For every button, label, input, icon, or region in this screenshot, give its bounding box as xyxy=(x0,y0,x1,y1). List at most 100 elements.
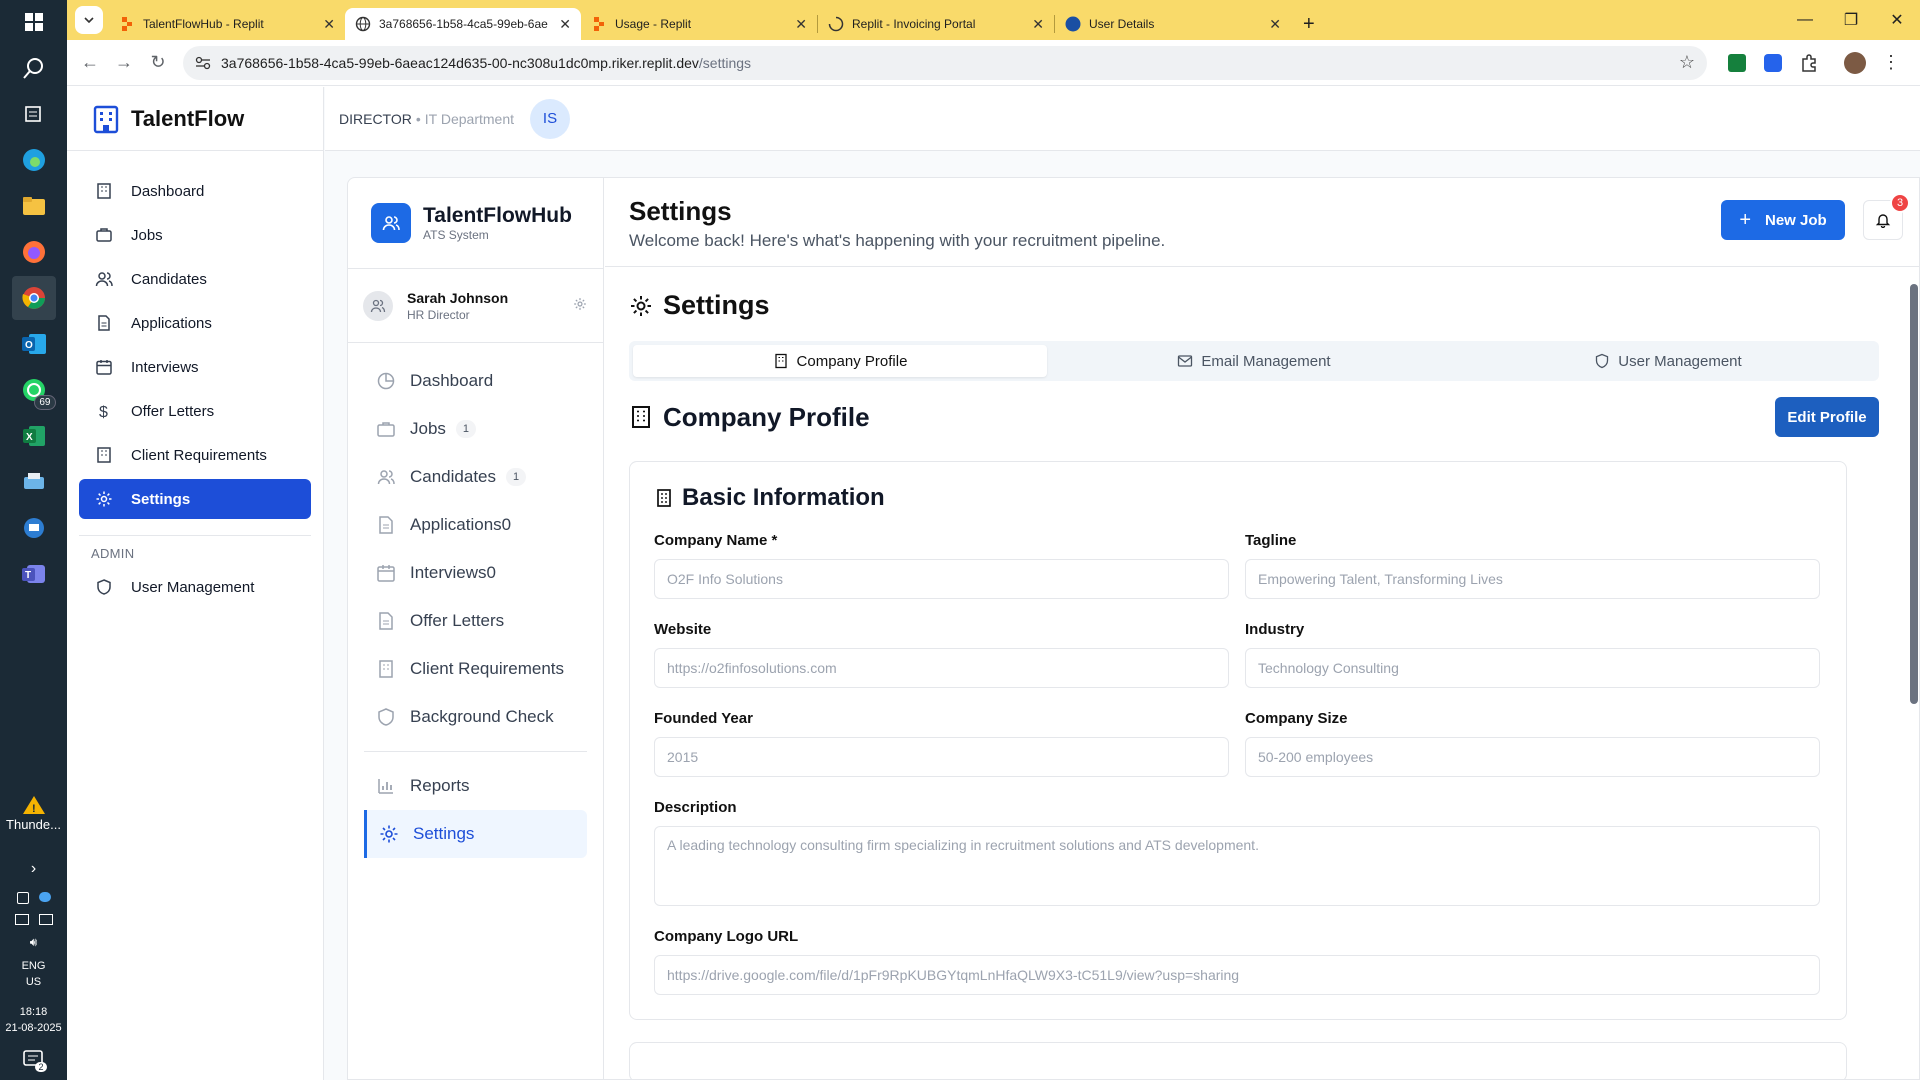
browser-tab[interactable]: User Details ✕ xyxy=(1055,8,1291,40)
sidebar-item-settings[interactable]: Settings xyxy=(79,479,311,519)
svg-text:!: ! xyxy=(32,803,36,815)
windows-start-icon[interactable] xyxy=(12,0,56,44)
back-arrow-icon[interactable]: ← xyxy=(73,46,107,80)
sidebar-divider xyxy=(79,535,311,536)
logo-url-input[interactable]: https://drive.google.com/file/d/1pFr9RpK… xyxy=(654,955,1820,995)
inner-nav-label: Reports xyxy=(410,776,470,795)
file-explorer-icon[interactable] xyxy=(12,184,56,228)
founded-year-input[interactable]: 2015 xyxy=(654,737,1229,777)
weather-label[interactable]: Thunde... xyxy=(6,817,61,832)
extension-icon[interactable] xyxy=(1757,47,1789,79)
company-name-input[interactable]: O2F Info Solutions xyxy=(654,559,1229,599)
inner-nav-settings[interactable]: Settings xyxy=(364,810,587,858)
new-tab-button[interactable]: + xyxy=(1291,8,1327,40)
tab-list-button[interactable] xyxy=(75,6,103,34)
inner-nav-dashboard[interactable]: Dashboard xyxy=(364,357,587,405)
chevron-right-icon[interactable]: › xyxy=(31,860,36,878)
search-icon[interactable] xyxy=(12,46,56,90)
company-size-input[interactable]: 50-200 employees xyxy=(1245,737,1820,777)
region-label: US xyxy=(25,976,42,988)
notifications-button[interactable]: 3 xyxy=(1863,193,1910,240)
browser-tab[interactable]: Usage - Replit ✕ xyxy=(581,8,817,40)
edge-browser-icon[interactable] xyxy=(12,138,56,182)
user-avatar-icon[interactable] xyxy=(363,290,393,321)
language-indicator[interactable]: ENG US xyxy=(22,958,46,990)
avatar[interactable]: IS xyxy=(530,98,570,139)
sidebar-item-jobs[interactable]: Jobs xyxy=(79,215,311,255)
clock[interactable]: 18:18 21-08-2025 xyxy=(5,1004,61,1036)
network-icon[interactable] xyxy=(14,914,29,925)
inner-nav-interviews[interactable]: Interviews0 xyxy=(364,549,587,597)
printer-app-icon[interactable] xyxy=(12,460,56,504)
sidebar-item-offer-letters[interactable]: $ Offer Letters xyxy=(79,391,311,431)
tab-company-profile[interactable]: Company Profile xyxy=(633,345,1047,377)
tray-cloud-icon[interactable] xyxy=(38,892,51,902)
sidebar-item-applications[interactable]: Applications xyxy=(79,303,311,343)
inner-nav-jobs[interactable]: Jobs 1 xyxy=(364,405,587,453)
inner-nav-applications[interactable]: Applications0 xyxy=(364,501,587,549)
plus-icon: + xyxy=(1739,208,1751,231)
scrollbar[interactable] xyxy=(1907,268,1919,1079)
remote-desktop-icon[interactable] xyxy=(12,506,56,550)
puzzle-extensions-icon[interactable] xyxy=(1793,47,1825,79)
browser-tab[interactable]: TalentFlowHub - Replit ✕ xyxy=(109,8,345,40)
profile-avatar-icon[interactable] xyxy=(1839,47,1871,79)
tab-email-management[interactable]: Email Management xyxy=(1047,345,1461,377)
chrome-icon[interactable] xyxy=(11,276,56,320)
weather-icon[interactable]: ! xyxy=(22,795,46,815)
close-icon[interactable]: ✕ xyxy=(559,16,571,33)
gear-icon[interactable] xyxy=(573,297,587,311)
tray-icon[interactable] xyxy=(16,892,29,904)
tab-user-management[interactable]: User Management xyxy=(1461,345,1875,377)
inner-nav-candidates[interactable]: Candidates 1 xyxy=(364,453,587,501)
scrollbar-thumb[interactable] xyxy=(1910,284,1918,704)
inner-nav-client-requirements[interactable]: Client Requirements xyxy=(364,645,587,693)
display-icon[interactable] xyxy=(38,914,53,925)
more-menu-icon[interactable]: ⋮ xyxy=(1875,47,1907,79)
settings-tabs: Company Profile Email Management User Ma… xyxy=(629,341,1879,381)
close-icon[interactable]: ✕ xyxy=(323,16,335,33)
close-icon[interactable]: ✕ xyxy=(1269,16,1281,33)
reload-icon[interactable]: ↻ xyxy=(141,46,175,80)
inner-nav-offer-letters[interactable]: Offer Letters xyxy=(364,597,587,645)
tab-title: Replit - Invoicing Portal xyxy=(852,17,976,31)
sidebar-item-dashboard[interactable]: Dashboard xyxy=(79,171,311,211)
notification-center-icon[interactable]: 2 xyxy=(22,1050,47,1072)
site-info-icon[interactable] xyxy=(195,56,211,70)
browser-tab[interactable]: Replit - Invoicing Portal ✕ xyxy=(818,8,1054,40)
extension-icon[interactable] xyxy=(1721,47,1753,79)
sidebar-item-interviews[interactable]: Interviews xyxy=(79,347,311,387)
inner-brand[interactable]: TalentFlowHub ATS System xyxy=(348,178,603,269)
sidebar-item-client-requirements[interactable]: Client Requirements xyxy=(79,435,311,475)
svg-text:X: X xyxy=(26,432,33,443)
sidebar-section-admin: ADMIN xyxy=(91,546,135,561)
browser-tab-active[interactable]: 3a768656-1b58-4ca5-99eb-6ae ✕ xyxy=(345,8,581,40)
sidebar-item-candidates[interactable]: Candidates xyxy=(79,259,311,299)
firefox-icon[interactable] xyxy=(12,230,56,274)
edit-profile-button[interactable]: Edit Profile xyxy=(1775,397,1879,437)
whatsapp-icon[interactable]: 69 xyxy=(12,368,56,412)
replit-icon xyxy=(122,17,132,31)
restore-icon[interactable]: ❐ xyxy=(1828,10,1874,30)
sidebar-item-user-management[interactable]: User Management xyxy=(79,567,311,607)
excel-icon[interactable]: X xyxy=(12,414,56,458)
outlook-icon[interactable]: O xyxy=(12,322,56,366)
inner-nav-reports[interactable]: Reports xyxy=(364,762,587,810)
inner-nav-background-check[interactable]: Background Check xyxy=(364,693,587,741)
bookmark-star-icon[interactable]: ☆ xyxy=(1679,52,1695,73)
industry-input[interactable]: Technology Consulting xyxy=(1245,648,1820,688)
sidebar-brand[interactable]: TalentFlow xyxy=(67,87,323,151)
window-close-icon[interactable]: ✕ xyxy=(1874,10,1920,30)
forward-arrow-icon[interactable]: → xyxy=(107,46,141,80)
new-job-button[interactable]: + New Job xyxy=(1721,200,1845,240)
task-view-icon[interactable] xyxy=(12,92,56,136)
close-icon[interactable]: ✕ xyxy=(795,16,807,33)
close-icon[interactable]: ✕ xyxy=(1032,16,1044,33)
tagline-input[interactable]: Empowering Talent, Transforming Lives xyxy=(1245,559,1820,599)
description-textarea[interactable]: A leading technology consulting firm spe… xyxy=(654,826,1820,906)
volume-icon[interactable]: 🔊︎ xyxy=(30,935,38,950)
teams-icon[interactable]: T xyxy=(12,552,56,596)
minimize-icon[interactable]: — xyxy=(1782,11,1828,29)
address-bar[interactable]: 3a768656-1b58-4ca5-99eb-6aeac124d635-00-… xyxy=(183,45,1707,80)
website-input[interactable]: https://o2finfosolutions.com xyxy=(654,648,1229,688)
